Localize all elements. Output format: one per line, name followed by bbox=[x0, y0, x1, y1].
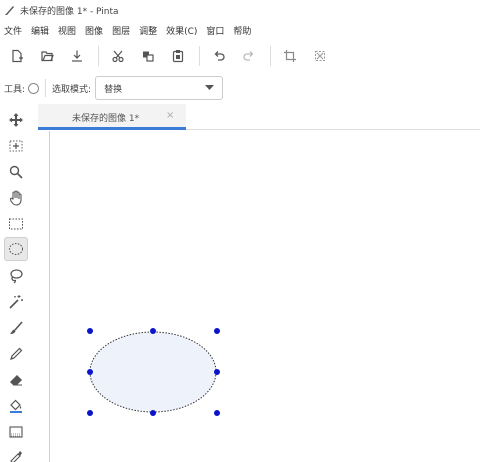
eraser-icon bbox=[10, 375, 22, 386]
title-bar: 未保存的图像 1* - Pinta bbox=[0, 0, 480, 20]
menu-effects[interactable]: 效果(C) bbox=[166, 24, 197, 37]
menu-edit[interactable]: 编辑 bbox=[31, 24, 49, 37]
tool-move-selected[interactable] bbox=[4, 108, 28, 132]
redo-button[interactable] bbox=[238, 45, 260, 67]
document-tab-bar: 未保存的图像 1* × bbox=[38, 104, 480, 130]
move-arrows-icon bbox=[9, 113, 23, 127]
tool-options-bar: 工具: 选取模式: 替换 bbox=[0, 72, 480, 104]
selection-handle-top-right[interactable] bbox=[214, 328, 220, 334]
menu-window[interactable]: 窗口 bbox=[206, 24, 224, 37]
chevron-down-icon bbox=[205, 85, 215, 90]
menu-image[interactable]: 图像 bbox=[85, 24, 103, 37]
selection-handle-bottom-left[interactable] bbox=[87, 410, 93, 416]
tool-lasso-select[interactable] bbox=[4, 264, 28, 288]
tool-zoom[interactable] bbox=[4, 160, 28, 184]
menu-layers[interactable]: 图层 bbox=[112, 24, 130, 37]
tab-close-icon[interactable]: × bbox=[166, 110, 174, 121]
selection-handle-top[interactable] bbox=[150, 328, 156, 334]
paste-icon bbox=[172, 50, 184, 63]
menu-bar: 文件 编辑 视图 图像 图层 调整 效果(C) 窗口 帮助 bbox=[0, 21, 480, 39]
menu-file[interactable]: 文件 bbox=[4, 24, 22, 37]
tool-gradient[interactable] bbox=[4, 420, 28, 444]
copy-icon bbox=[143, 51, 154, 62]
undo-icon bbox=[214, 51, 225, 61]
paint-bucket-icon bbox=[10, 399, 22, 413]
ellipse-select-icon bbox=[28, 82, 40, 94]
vertical-ruler bbox=[38, 131, 50, 462]
cut-icon bbox=[112, 50, 124, 63]
tool-move-selection[interactable] bbox=[4, 134, 28, 158]
ellipse-selection[interactable] bbox=[89, 331, 217, 413]
main-toolbar bbox=[0, 40, 480, 72]
toolbar-separator bbox=[98, 46, 99, 66]
tool-magic-wand[interactable] bbox=[4, 290, 28, 314]
save-icon bbox=[72, 50, 82, 62]
rectangle-select-icon bbox=[9, 218, 23, 230]
crop-icon bbox=[284, 50, 296, 62]
tool-paint-bucket[interactable] bbox=[4, 394, 28, 418]
pencil-icon bbox=[10, 347, 23, 360]
pinta-app-icon bbox=[5, 6, 14, 15]
hand-icon bbox=[9, 190, 22, 206]
tab-title: 未保存的图像 1* bbox=[72, 114, 140, 124]
selection-handle-top-left[interactable] bbox=[87, 328, 93, 334]
selection-handle-left[interactable] bbox=[87, 369, 93, 375]
tool-eraser[interactable] bbox=[4, 368, 28, 392]
move-selection-icon bbox=[9, 140, 23, 152]
paintbrush-icon bbox=[10, 321, 23, 334]
new-image-icon bbox=[12, 49, 23, 63]
tool-pan[interactable] bbox=[4, 186, 28, 210]
tool-label: 工具: bbox=[4, 84, 26, 95]
selection-mode-label: 选取模式: bbox=[52, 84, 92, 95]
color-picker-icon bbox=[10, 451, 22, 462]
options-separator bbox=[45, 79, 47, 97]
selection-handle-bottom[interactable] bbox=[150, 410, 156, 416]
deselect-icon bbox=[315, 51, 325, 61]
open-button[interactable] bbox=[36, 45, 58, 67]
tool-color-picker[interactable] bbox=[4, 444, 28, 462]
crop-to-selection-button[interactable] bbox=[279, 45, 301, 67]
deselect-all-button[interactable] bbox=[309, 45, 331, 67]
new-image-button[interactable] bbox=[6, 45, 28, 67]
selection-mode-value: 替换 bbox=[104, 84, 123, 95]
menu-help[interactable]: 帮助 bbox=[233, 24, 251, 37]
gradient-icon bbox=[9, 426, 23, 438]
tool-rectangle-select[interactable] bbox=[4, 212, 28, 236]
selection-handle-right[interactable] bbox=[214, 369, 220, 375]
tool-paintbrush[interactable] bbox=[4, 316, 28, 340]
lasso-icon bbox=[10, 269, 23, 284]
undo-button[interactable] bbox=[208, 45, 230, 67]
selection-handle-bottom-right[interactable] bbox=[214, 410, 220, 416]
window-title: 未保存的图像 1* - Pinta bbox=[20, 6, 119, 17]
copy-button[interactable] bbox=[137, 45, 159, 67]
toolbox bbox=[0, 104, 32, 462]
toolbar-separator bbox=[270, 46, 271, 66]
save-button[interactable] bbox=[66, 45, 88, 67]
tool-ellipse-select[interactable] bbox=[4, 237, 28, 261]
open-icon bbox=[41, 51, 54, 62]
cut-button[interactable] bbox=[107, 45, 129, 67]
image-canvas[interactable] bbox=[51, 141, 480, 462]
toolbar-separator bbox=[199, 46, 200, 66]
menu-adjustments[interactable]: 调整 bbox=[139, 24, 157, 37]
paste-button[interactable] bbox=[167, 45, 189, 67]
magic-wand-icon bbox=[9, 295, 23, 309]
ellipse-select-icon bbox=[9, 243, 23, 255]
canvas-layer bbox=[87, 328, 220, 416]
zoom-icon bbox=[9, 165, 23, 179]
redo-icon bbox=[243, 51, 254, 61]
tool-pencil[interactable] bbox=[4, 342, 28, 366]
tab-document[interactable]: 未保存的图像 1* × bbox=[38, 104, 186, 130]
selection-mode-dropdown[interactable]: 替换 bbox=[95, 76, 224, 100]
menu-view[interactable]: 视图 bbox=[58, 24, 76, 37]
horizontal-ruler bbox=[50, 131, 480, 141]
